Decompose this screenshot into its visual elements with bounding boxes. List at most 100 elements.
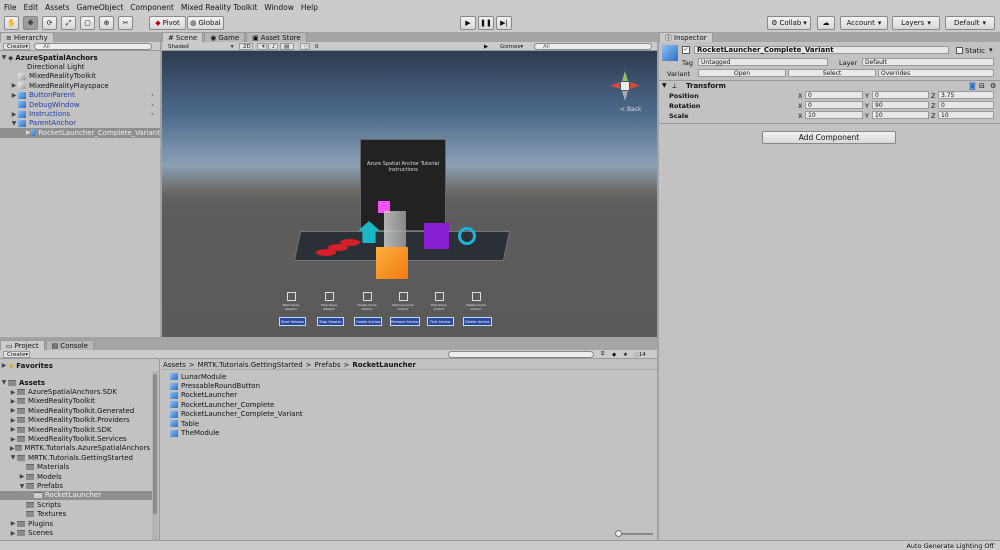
menu-gameobject[interactable]: GameObject bbox=[77, 3, 124, 12]
tab-project[interactable]: ▭ Project bbox=[0, 340, 45, 350]
menu-window[interactable]: Window bbox=[264, 3, 294, 12]
menu-help[interactable]: Help bbox=[301, 3, 318, 12]
hierarchy-item-mrtk[interactable]: MixedRealityToolkit bbox=[0, 72, 160, 81]
breadcrumb-assets[interactable]: Assets bbox=[163, 361, 186, 369]
favorite-star-icon[interactable]: ★ bbox=[620, 351, 630, 358]
position-z-field[interactable]: 3.75 bbox=[938, 91, 994, 99]
tag-dropdown[interactable]: Untagged bbox=[698, 58, 828, 66]
tab-asset-store[interactable]: ▣ Asset Store bbox=[246, 32, 307, 42]
project-create-button[interactable]: Create ▾ bbox=[3, 351, 30, 358]
chevron-down-icon[interactable]: ▾ bbox=[989, 46, 993, 54]
hierarchy-item-buttonparent[interactable]: ▶ ButtonParent › bbox=[0, 91, 160, 100]
audio-icon[interactable]: ♪ bbox=[268, 43, 278, 50]
start-session-button[interactable]: Start Session bbox=[279, 317, 306, 326]
breadcrumb-prefabs[interactable]: Prefabs bbox=[315, 361, 341, 369]
hierarchy-item-rocketlauncher-variant[interactable]: ▶ RocketLauncher_Complete_Variant bbox=[0, 128, 160, 138]
hierarchy-item-playspace[interactable]: ▶ MixedRealityPlayspace bbox=[0, 81, 160, 90]
hierarchy-item-directional-light[interactable]: Directional Light bbox=[0, 62, 160, 71]
project-search-input[interactable] bbox=[448, 351, 594, 358]
static-checkbox[interactable] bbox=[956, 47, 963, 54]
scene-search-input[interactable]: All bbox=[534, 43, 652, 50]
effects-icon[interactable]: ▤ bbox=[280, 43, 294, 50]
move-tool-icon[interactable]: ✥ bbox=[23, 16, 38, 30]
rotation-z-field[interactable]: 0 bbox=[938, 101, 994, 109]
orientation-gizmo[interactable] bbox=[610, 71, 640, 101]
tab-scene[interactable]: # Scene bbox=[162, 32, 204, 42]
cloud-button[interactable]: ☁ bbox=[817, 16, 835, 30]
hierarchy-item-debugwindow[interactable]: DebugWindow › bbox=[0, 100, 160, 109]
tree-item-mrtk-services[interactable]: ▶ MixedRealityToolkit.Services bbox=[0, 434, 150, 443]
settings-gear-icon[interactable]: ⚙ bbox=[990, 82, 996, 90]
stop-session-button[interactable]: Stop Session bbox=[317, 317, 344, 326]
hierarchy-item-instructions[interactable]: ▶ Instructions › bbox=[0, 109, 160, 118]
help-icon[interactable]: ◙ bbox=[969, 82, 976, 90]
global-toggle[interactable]: ◍ Global bbox=[187, 16, 224, 30]
tree-item-tutorials-asa[interactable]: ▶ MRTK.Tutorials.AzureSpatialAnchors bbox=[0, 444, 150, 453]
favorites-row[interactable]: ▶ ★ Favorites bbox=[0, 361, 150, 370]
file-rocketlauncher-complete[interactable]: RocketLauncher_Complete bbox=[170, 400, 274, 409]
icon-size-slider[interactable] bbox=[615, 530, 653, 537]
menu-file[interactable]: File bbox=[4, 3, 17, 12]
file-pressableroundbutton[interactable]: PressableRoundButton bbox=[170, 381, 260, 390]
tree-item-mrtk[interactable]: ▶ MixedRealityToolkit bbox=[0, 397, 150, 406]
chevron-down-icon[interactable]: ▼ bbox=[662, 82, 667, 89]
file-lunarmodule[interactable]: LunarModule bbox=[170, 372, 226, 381]
slider-handle[interactable] bbox=[615, 530, 622, 537]
file-table[interactable]: Table bbox=[170, 419, 199, 428]
hierarchy-search-input[interactable]: All bbox=[34, 43, 152, 50]
tree-item-mrtk-generated[interactable]: ▶ MixedRealityToolkit.Generated bbox=[0, 406, 150, 415]
lighting-icon[interactable]: ☀ bbox=[257, 43, 267, 50]
gizmos-dropdown[interactable]: Gizmos ▾ bbox=[497, 43, 523, 50]
remove-anchor-button[interactable]: Remove Anchor bbox=[390, 317, 420, 326]
rect-tool-icon[interactable]: ▢ bbox=[80, 16, 95, 30]
collab-dropdown[interactable]: ⚙ Collab ▾ bbox=[767, 16, 811, 30]
breadcrumb-rocketlauncher[interactable]: RocketLauncher bbox=[352, 361, 415, 369]
tree-item-asa-sdk[interactable]: ▶ AzureSpatialAnchors.SDK bbox=[0, 387, 150, 396]
play-button[interactable]: ▶ bbox=[460, 16, 476, 30]
scene-viewport[interactable]: < Back Azure Spatial Anchor Tutorial Ins… bbox=[162, 51, 657, 337]
scale-tool-icon[interactable]: ⤢ bbox=[61, 16, 76, 30]
preset-icon[interactable]: ⊟ bbox=[979, 82, 985, 90]
rotate-tool-icon[interactable]: ⟳ bbox=[42, 16, 57, 30]
rotation-x-field[interactable]: 0 bbox=[805, 101, 863, 109]
tree-item-mrtk-sdk[interactable]: ▶ MixedRealityToolkit.SDK bbox=[0, 425, 150, 434]
tree-item-tutorials-gettingstarted[interactable]: ▼ MRTK.Tutorials.GettingStarted bbox=[0, 453, 150, 462]
scale-x-field[interactable]: 10 bbox=[805, 111, 863, 119]
delete-anchor-button[interactable]: Delete Anchor bbox=[463, 317, 492, 326]
tree-item-materials[interactable]: Materials bbox=[0, 463, 150, 472]
tree-item-rocketlauncher[interactable]: RocketLauncher bbox=[0, 490, 152, 501]
open-prefab-button[interactable]: Open bbox=[698, 69, 786, 77]
menu-mrtk[interactable]: Mixed Reality Toolkit bbox=[181, 3, 257, 12]
custom-tool-icon[interactable]: ✂ bbox=[118, 16, 133, 30]
assets-row[interactable]: ▼ Assets bbox=[0, 378, 150, 387]
position-x-field[interactable]: 0 bbox=[805, 91, 863, 99]
tree-item-prefabs[interactable]: ▼ Prefabs bbox=[0, 481, 150, 490]
layer-dropdown[interactable]: Default bbox=[862, 58, 994, 66]
file-rocketlauncher-complete-variant[interactable]: RocketLauncher_Complete_Variant bbox=[170, 410, 303, 419]
hidden-icon[interactable]: ◌ bbox=[300, 43, 310, 50]
select-prefab-button[interactable]: Select bbox=[788, 69, 876, 77]
hidden-count[interactable]: ◌ 14 bbox=[631, 351, 655, 358]
breadcrumb-gettingstarted[interactable]: MRTK.Tutorials.GettingStarted bbox=[198, 361, 303, 369]
layers-dropdown[interactable]: Layers ▾ bbox=[892, 16, 940, 30]
tab-game[interactable]: ◉ Game bbox=[204, 32, 246, 42]
scrollbar-thumb[interactable] bbox=[153, 374, 157, 514]
step-button[interactable]: ▶| bbox=[496, 16, 512, 30]
filter-type-icon[interactable]: ⌸ bbox=[598, 351, 608, 358]
tab-console[interactable]: ▤ Console bbox=[45, 340, 94, 350]
tree-item-models[interactable]: ▶ Models bbox=[0, 472, 150, 481]
tab-inspector[interactable]: ⓘ Inspector bbox=[659, 32, 713, 42]
object-name-field[interactable]: RocketLauncher_Complete_Variant bbox=[694, 46, 949, 54]
position-y-field[interactable]: 0 bbox=[872, 91, 929, 99]
find-anchor-button[interactable]: Find Anchor bbox=[427, 317, 454, 326]
fx-count[interactable]: 0 bbox=[312, 43, 328, 50]
rotation-y-field[interactable]: 90 bbox=[872, 101, 929, 109]
file-rocketlauncher[interactable]: RocketLauncher bbox=[170, 391, 237, 400]
scale-z-field[interactable]: 10 bbox=[938, 111, 994, 119]
tree-item-scripts[interactable]: Scripts bbox=[0, 500, 150, 509]
pause-button[interactable]: ❚❚ bbox=[478, 16, 494, 30]
tree-scrollbar[interactable] bbox=[152, 371, 158, 540]
tree-item-textures[interactable]: Textures bbox=[0, 510, 150, 519]
overrides-dropdown[interactable]: Overrides bbox=[878, 69, 994, 77]
hand-tool-icon[interactable]: ✋ bbox=[4, 16, 19, 30]
